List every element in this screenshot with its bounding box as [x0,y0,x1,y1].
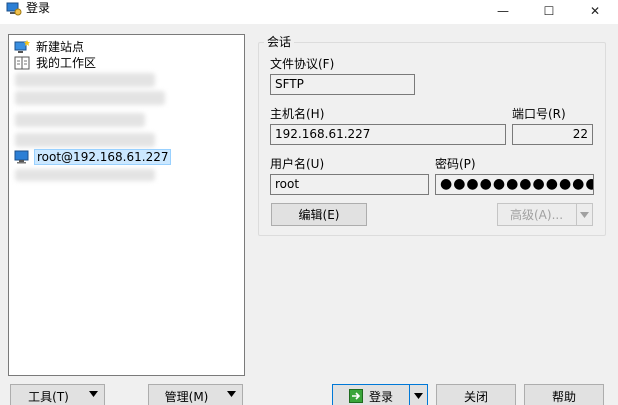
tree-item-label: 新建站点 [36,40,85,54]
chevron-down-icon[interactable] [576,204,592,225]
login-button-label: 登录 [369,389,394,404]
help-button-label: 帮助 [551,389,576,404]
tree-item-root-host[interactable]: root@192.168.61.227 [14,149,172,165]
redacted-site[interactable] [15,113,145,127]
chevron-down-icon [227,391,236,397]
minimize-button[interactable]: — [480,0,526,22]
chevron-down-icon [89,391,98,397]
close-window-button[interactable]: ✕ [572,0,618,22]
close-button[interactable]: 关闭 [436,384,516,405]
tools-button[interactable]: 工具(T) [10,384,105,405]
host-input[interactable]: 192.168.61.227 [270,124,506,145]
password-input[interactable]: ●●●●●●●●●●●●●●●● [435,174,594,195]
session-group-title: 会话 [264,35,295,49]
user-input[interactable]: root [270,174,429,195]
protocol-select[interactable]: SFTP [270,74,415,95]
advanced-button[interactable]: 高级(A)... [497,203,593,226]
tree-item-label: root@192.168.61.227 [34,149,172,165]
redacted-site[interactable] [15,91,165,105]
password-label: 密码(P) [435,157,476,171]
site-tree[interactable]: 新建站点 我的工作区 root@192.168.61.227 [8,34,245,376]
window-title: 登录 [26,1,51,15]
redacted-site[interactable] [15,133,155,147]
maximize-button[interactable]: ☐ [526,0,572,22]
port-label: 端口号(R) [512,107,566,121]
user-label: 用户名(U) [270,157,325,171]
app-icon [6,2,22,16]
tools-button-label: 工具(T) [28,389,69,404]
login-button[interactable]: 登录 [332,384,428,405]
redacted-site[interactable] [15,73,155,87]
new-site-icon [14,40,30,53]
port-input[interactable]: 22 [512,124,593,145]
help-button[interactable]: 帮助 [524,384,604,405]
edit-button[interactable]: 编辑(E) [271,203,367,226]
tree-item-new-site[interactable]: 新建站点 [14,39,86,55]
title-bar: 登录 — ☐ ✕ [0,0,618,24]
host-label: 主机名(H) [270,107,325,121]
advanced-button-label: 高级(A)... [510,208,564,222]
redacted-site[interactable] [15,169,155,181]
tree-item-workspace[interactable]: 我的工作区 [14,55,98,71]
chevron-down-icon [414,393,423,399]
tree-item-label: 我的工作区 [36,56,97,70]
protocol-label: 文件协议(F) [270,57,335,71]
login-dropdown[interactable] [409,385,427,405]
computer-icon [14,150,29,164]
workspace-icon [14,56,30,70]
login-icon [349,389,363,403]
close-button-label: 关闭 [463,389,488,404]
manage-button[interactable]: 管理(M) [148,384,243,405]
manage-button-label: 管理(M) [164,389,209,404]
edit-button-label: 编辑(E) [298,208,340,222]
